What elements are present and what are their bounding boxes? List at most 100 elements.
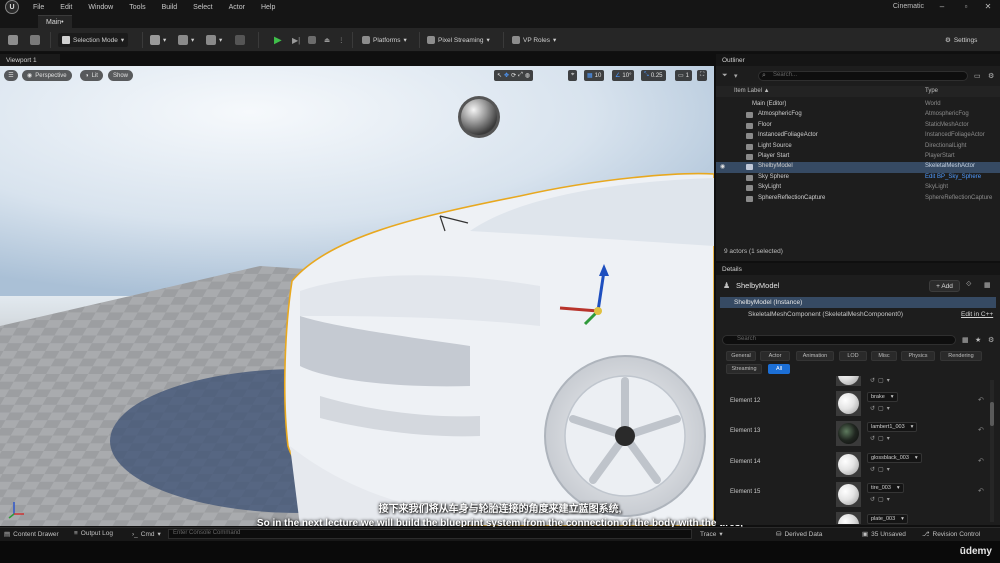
menu-actor[interactable]: Actor <box>229 4 245 11</box>
menu-select[interactable]: Select <box>193 4 212 11</box>
play-icon[interactable]: ▶ <box>274 33 282 47</box>
revision-control-button[interactable]: ⎇ Revision Control <box>922 530 980 539</box>
surface-snap-icon[interactable]: ⌖ <box>568 70 578 81</box>
close-icon[interactable]: ✕ <box>978 2 998 12</box>
outliner-row[interactable]: SphereReflectionCapture SphereReflectionC… <box>716 194 1000 204</box>
translate-icon[interactable]: ✥ <box>504 72 509 79</box>
maximize-icon[interactable]: ▫ <box>956 2 976 12</box>
menu-tools[interactable]: Tools <box>129 4 145 11</box>
content-drawer-button[interactable]: ▤ Content Drawer <box>4 530 59 539</box>
add-component-button[interactable]: + Add <box>929 280 960 292</box>
rotation-snap-toggle[interactable]: ∠ 10° <box>612 70 635 81</box>
outliner-row[interactable]: AtmosphericFog AtmosphericFog <box>716 110 1000 120</box>
camera-speed-button[interactable]: ▭ 1 <box>675 70 693 81</box>
filter-general[interactable]: General <box>726 351 756 361</box>
filter-physics[interactable]: Physics <box>901 351 935 361</box>
outliner-row[interactable]: Main (Editor) World <box>716 100 1000 110</box>
stop-icon[interactable] <box>308 33 316 47</box>
eject-icon[interactable]: ⏏ <box>324 33 330 47</box>
layout-icon[interactable]: ▦ <box>984 281 991 289</box>
content-icon[interactable] <box>30 33 40 47</box>
material-dropdown[interactable]: plate_003 ▾ <box>867 514 908 524</box>
play-step-icon[interactable]: ▶| <box>292 33 300 47</box>
settings-dropdown[interactable]: ⚙ Settings <box>945 33 977 47</box>
col-type[interactable]: Type <box>925 88 938 94</box>
pixel-streaming-dropdown[interactable]: Pixel Streaming ▾ <box>427 33 490 47</box>
tab-details[interactable]: Details <box>716 263 1000 275</box>
selection-mode-dropdown[interactable]: Selection Mode ▾ <box>58 33 129 47</box>
material-actions[interactable]: ↺▢▾ <box>870 435 893 442</box>
material-actions[interactable]: ↺▢▾ <box>870 377 893 384</box>
reset-to-default-icon[interactable]: ↶ <box>978 426 984 434</box>
material-thumbnail[interactable] <box>836 482 861 507</box>
outliner-row[interactable]: Player Start PlayerStart <box>716 152 1000 162</box>
outliner-row[interactable]: InstancedFoliageActor InstancedFoliageAct… <box>716 131 1000 141</box>
grid-view-icon[interactable]: ▦ <box>962 336 969 344</box>
viewport-options-icon[interactable]: ☰ <box>4 70 18 81</box>
console-input[interactable]: Enter Console Command <box>168 529 692 539</box>
details-scroll-thumb[interactable] <box>990 402 994 426</box>
material-dropdown[interactable]: lambert1_003 ▾ <box>867 422 918 432</box>
component-row[interactable]: SkeletalMeshComponent (SkeletalMeshCompo… <box>720 310 996 321</box>
output-log-button[interactable]: ≡ Output Log <box>74 530 113 537</box>
filter-misc[interactable]: Misc <box>871 351 897 361</box>
outliner-row[interactable]: Light Source DirectionalLight <box>716 142 1000 152</box>
view-options-icon[interactable]: ▾ <box>734 72 738 80</box>
filter-streaming[interactable]: Streaming <box>726 364 762 374</box>
material-thumbnail[interactable] <box>836 376 861 386</box>
details-search-input[interactable]: Search <box>722 335 956 345</box>
scale-snap-toggle[interactable]: ⤡ 0.25 <box>641 70 666 81</box>
material-dropdown[interactable]: tire_003 ▾ <box>867 483 904 493</box>
material-actions[interactable]: ↺▢▾ <box>870 466 893 473</box>
platforms-dropdown[interactable]: Platforms ▾ <box>362 33 407 47</box>
edit-in-cpp-link[interactable]: Edit in C++ <box>961 311 993 318</box>
show-button[interactable]: Show <box>108 70 134 81</box>
filter-animation[interactable]: Animation <box>796 351 834 361</box>
cinematics-icon[interactable]: ▾ <box>206 33 222 47</box>
tab-main-level[interactable]: Main• <box>38 15 72 28</box>
menu-help[interactable]: Help <box>261 4 275 11</box>
filter-rendering[interactable]: Rendering <box>940 351 982 361</box>
trace-dropdown[interactable]: Trace ▾ <box>700 530 723 539</box>
unreal-logo-icon[interactable]: U <box>5 0 19 14</box>
tab-outliner[interactable]: Outliner <box>716 54 1000 66</box>
add-folder-icon[interactable]: ▭ <box>974 72 981 80</box>
reset-to-default-icon[interactable]: ↶ <box>978 457 984 465</box>
component-instance-row[interactable]: ShelbyModel (Instance) <box>720 297 996 308</box>
visibility-eye-icon[interactable]: ◉ <box>720 163 725 170</box>
perspective-button[interactable]: ◉ Perspective <box>22 70 72 81</box>
material-thumbnail[interactable] <box>836 421 861 446</box>
menu-edit[interactable]: Edit <box>60 4 72 11</box>
material-dropdown[interactable]: brake ▾ <box>867 392 898 402</box>
blueprint-icon[interactable]: ⟐ <box>966 281 972 289</box>
material-actions[interactable]: ↺▢▾ <box>870 405 893 412</box>
maximize-viewport-icon[interactable]: ⛶ <box>697 70 708 81</box>
material-dropdown[interactable]: glossblack_003 ▾ <box>867 453 922 463</box>
derived-data-button[interactable]: ⛁ Derived Data <box>776 530 822 539</box>
outliner-search-input[interactable]: Search... <box>758 71 968 81</box>
reset-to-default-icon[interactable]: ↶ <box>978 396 984 404</box>
grid-snap-toggle[interactable]: ▦ 10 <box>584 70 605 81</box>
settings-icon[interactable]: ⚙ <box>988 336 994 344</box>
tab-viewport[interactable]: Viewport 1 <box>0 54 60 66</box>
vp-roles-dropdown[interactable]: VP Roles ▾ <box>512 33 556 47</box>
build-icon[interactable] <box>235 33 245 47</box>
filter-icon[interactable]: ⏷ <box>722 72 728 80</box>
cmd-dropdown[interactable]: ›_ Cmd ▾ <box>132 530 161 539</box>
outliner-row[interactable]: Floor StaticMeshActor <box>716 121 1000 131</box>
transform-tools[interactable]: ↖ ✥ ⟳ ⤢ ◍ <box>494 70 534 81</box>
col-item-label[interactable]: Item Label ▲ <box>734 88 770 94</box>
select-icon[interactable]: ↖ <box>497 72 502 79</box>
menu-window[interactable]: Window <box>88 4 113 11</box>
menu-file[interactable]: File <box>33 4 44 11</box>
star-icon[interactable]: ★ <box>975 336 981 344</box>
outliner-row-selected[interactable]: ◉ ShelbyModel SkeletalMeshActor <box>716 162 1000 173</box>
filter-all[interactable]: All <box>768 364 790 374</box>
material-thumbnail[interactable] <box>836 512 861 524</box>
reset-to-default-icon[interactable]: ↶ <box>978 487 984 495</box>
material-actions[interactable]: ↺▢▾ <box>870 496 893 503</box>
world-icon[interactable]: ◍ <box>525 72 530 79</box>
save-icon[interactable] <box>8 33 18 47</box>
filter-actor[interactable]: Actor <box>760 351 790 361</box>
filter-lod[interactable]: LOD <box>839 351 867 361</box>
